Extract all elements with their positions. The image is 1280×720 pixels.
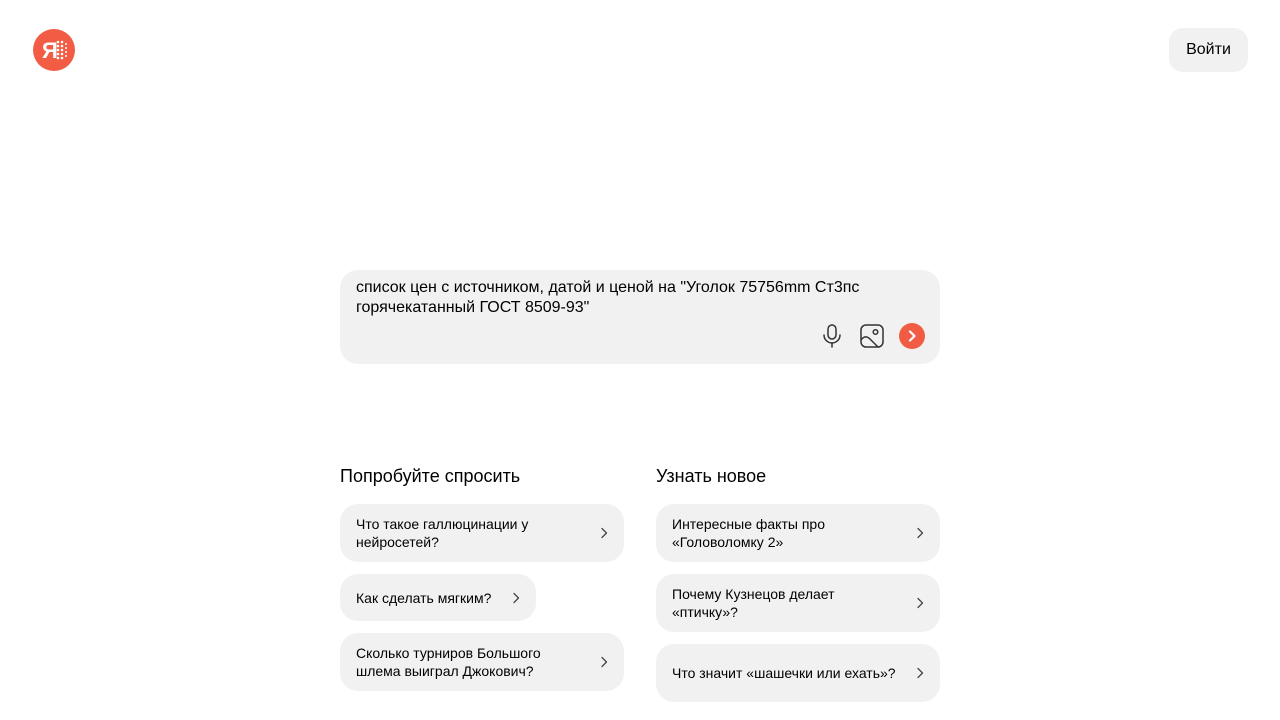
- chevron-right-icon: [601, 527, 608, 539]
- chevron-right-icon: [917, 597, 924, 609]
- suggestion-label: Что такое галлюцинации у нейросетей?: [356, 516, 529, 550]
- chevron-right-icon: [917, 667, 924, 679]
- try-asking-title: Попробуйте спросить: [340, 466, 521, 486]
- learn-chip[interactable]: Интересные факты про «Головоломку 2»: [656, 504, 940, 562]
- suggestion-chip[interactable]: Сколько турниров Большого шлема выиграл …: [340, 633, 624, 691]
- suggestion-label: Сколько турниров Большого шлема выиграл …: [356, 645, 541, 679]
- chevron-right-icon: [917, 527, 924, 539]
- page: Я Войти список цен с источником, датой и…: [0, 0, 1280, 720]
- suggestion-chip[interactable]: Как сделать мягким?: [340, 574, 536, 621]
- svg-text:Я: Я: [42, 38, 58, 63]
- learn-label: Почему Кузнецов делает «птичку»?: [672, 586, 835, 620]
- learn-chip[interactable]: Почему Кузнецов делает «птичку»?: [656, 574, 940, 632]
- learn-label: Интересные факты про «Головоломку 2»: [672, 516, 825, 550]
- login-button[interactable]: Войти: [1169, 28, 1248, 72]
- send-arrow-icon: [908, 330, 916, 342]
- query-box: список цен с источником, датой и ценой н…: [340, 270, 940, 364]
- suggestion-label: Как сделать мягким?: [356, 589, 492, 606]
- image-upload-icon[interactable]: [859, 323, 885, 349]
- microphone-icon[interactable]: [819, 323, 845, 349]
- send-button[interactable]: [899, 323, 925, 349]
- query-input[interactable]: список цен с источником, датой и ценой н…: [356, 278, 916, 322]
- learn-chip[interactable]: Что значит «шашечки или ехать»?: [656, 644, 940, 702]
- learn-label: Что значит «шашечки или ехать»?: [672, 665, 896, 681]
- chevron-right-icon: [513, 592, 520, 603]
- chevron-right-icon: [601, 656, 608, 668]
- suggestion-chip[interactable]: Что такое галлюцинации у нейросетей?: [340, 504, 624, 562]
- learn-new-title: Узнать новое: [656, 466, 767, 486]
- yandex-logo-icon[interactable]: Я: [33, 29, 75, 71]
